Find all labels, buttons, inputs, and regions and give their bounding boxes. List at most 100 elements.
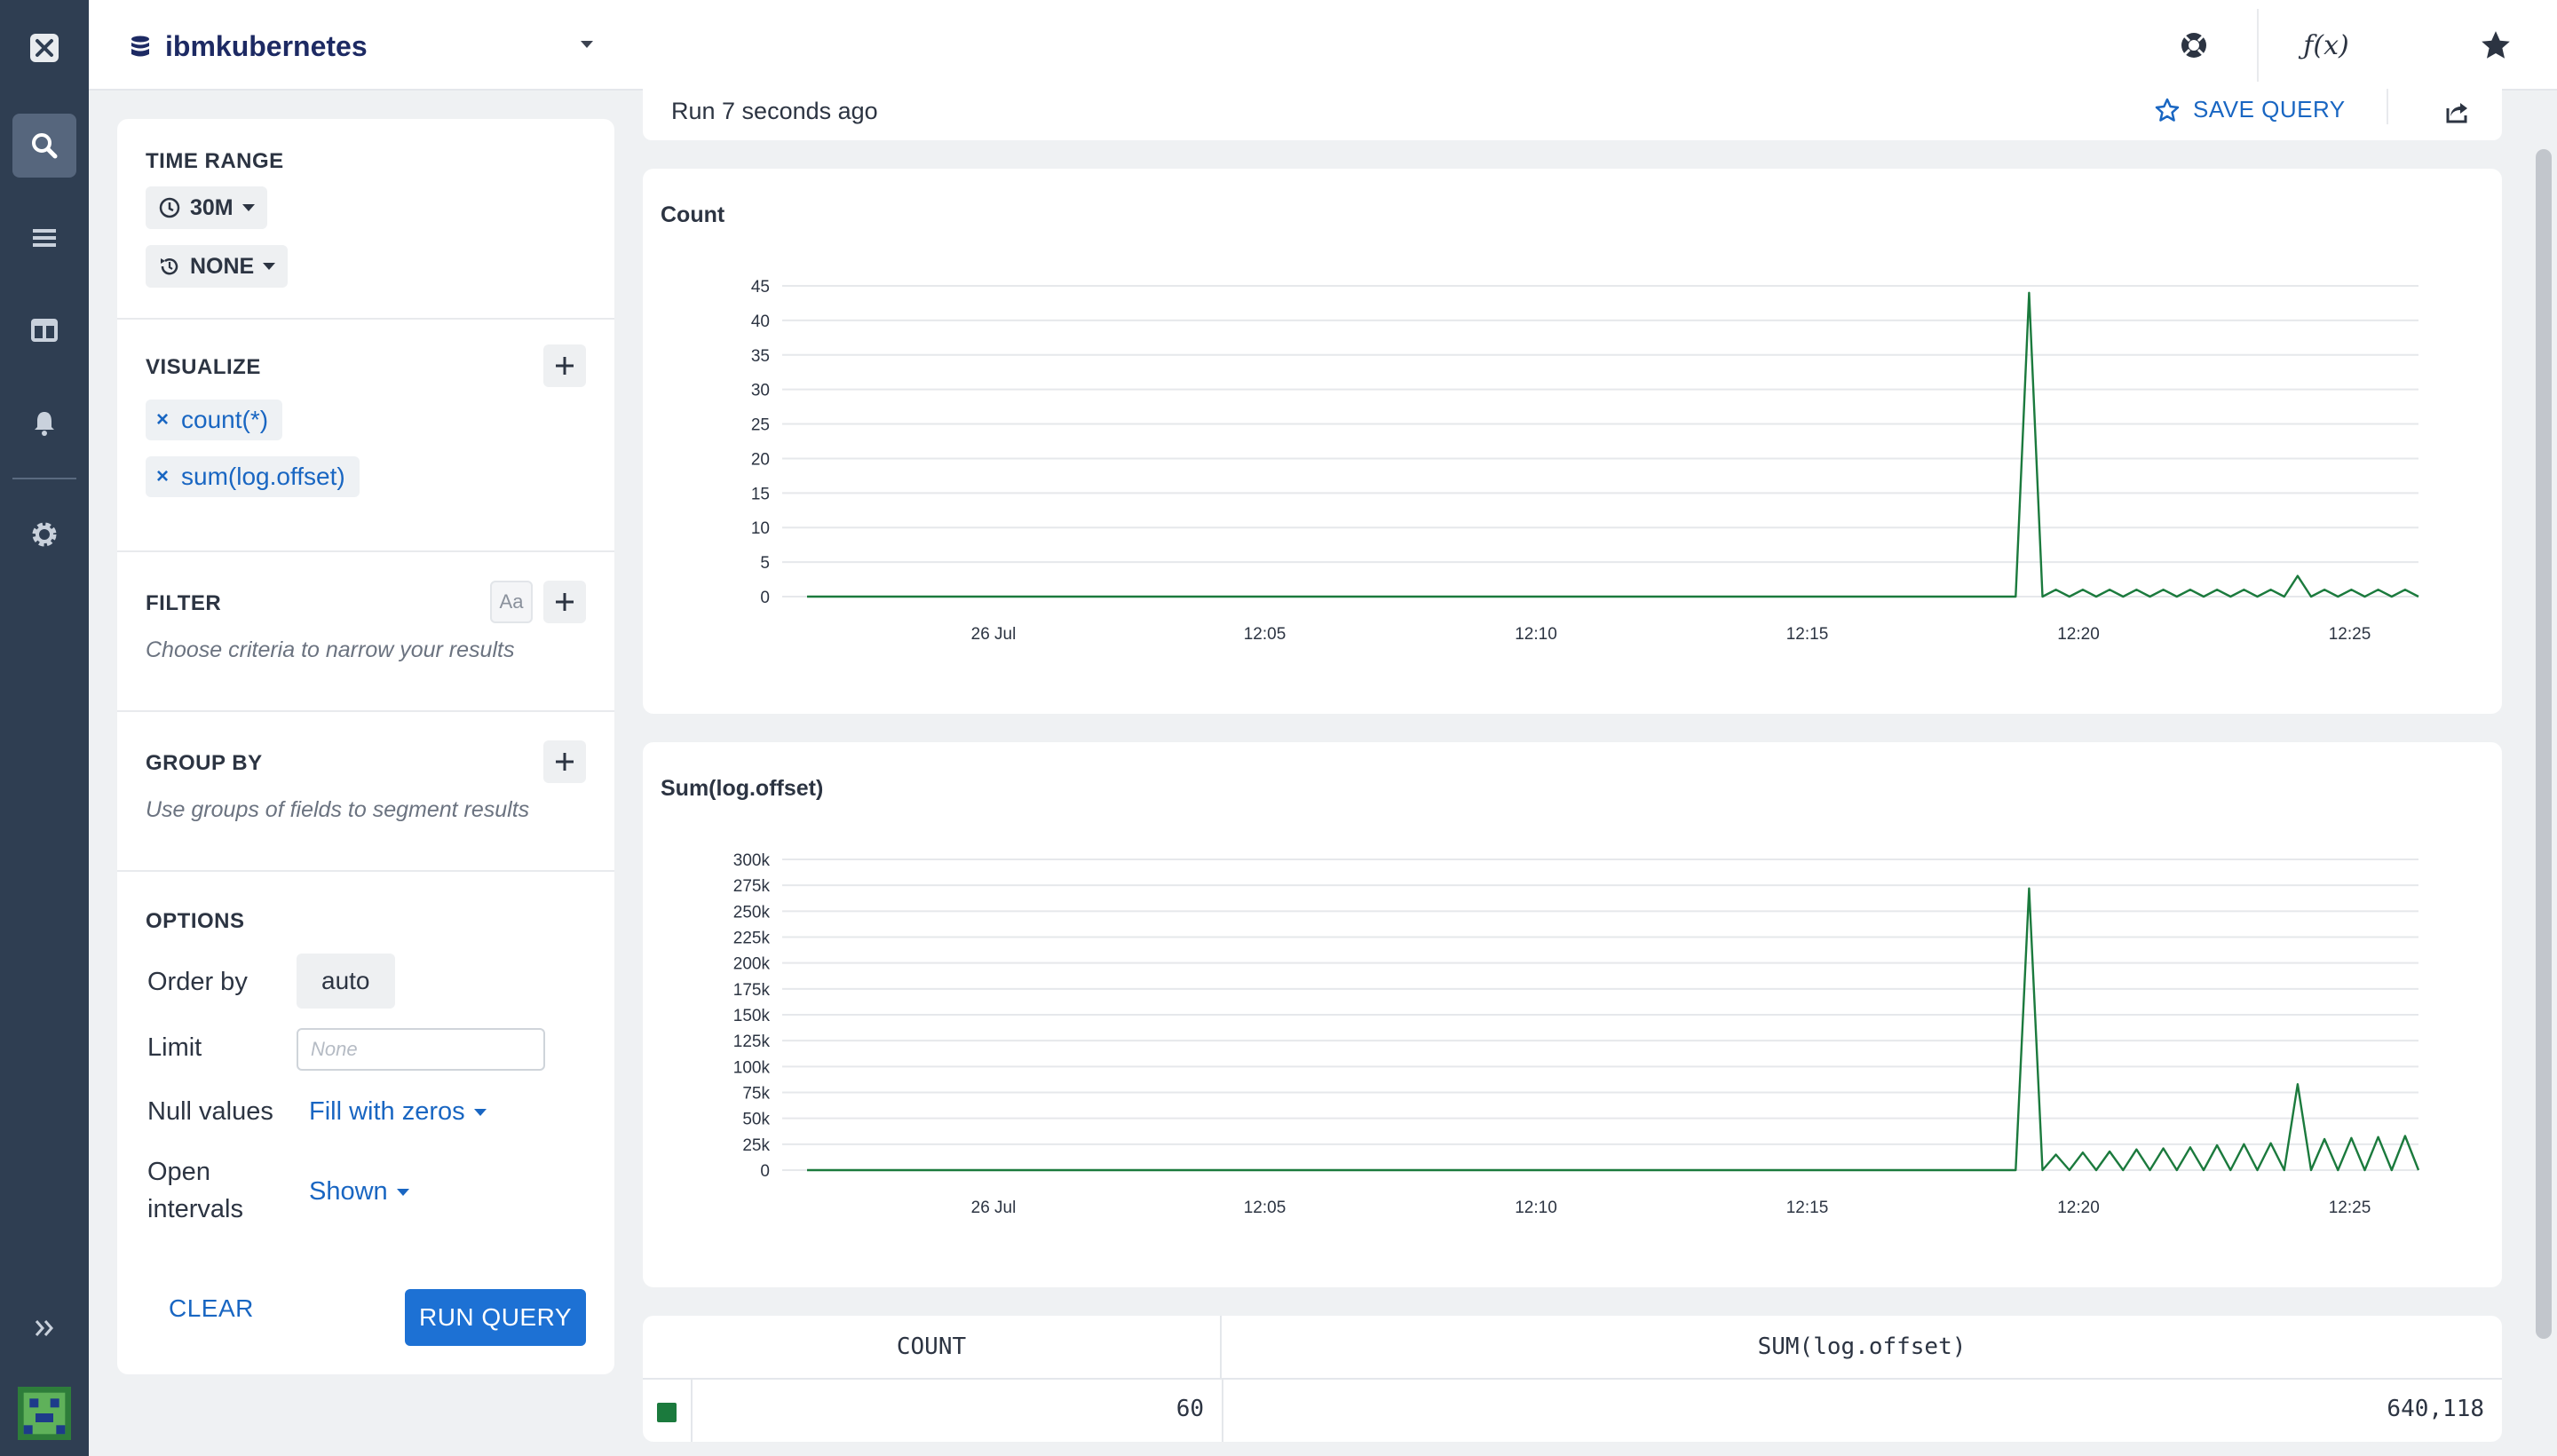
y-tick-label: 200k	[733, 955, 771, 974]
history-small-icon	[161, 258, 178, 275]
x-tick-label: 12:05	[1244, 625, 1286, 644]
lifebuoy-icon[interactable]	[2175, 27, 2213, 64]
share-icon[interactable]	[2443, 98, 2472, 126]
y-tick-label: 275k	[733, 877, 771, 896]
time-range-section: TIME RANGE 30M NONE	[117, 119, 614, 320]
series-line	[807, 291, 2419, 598]
dashboard-icon[interactable]	[12, 298, 76, 362]
table-divider	[1222, 1380, 1223, 1442]
chevron-down-icon	[241, 204, 255, 211]
sum-chart-card: Sum(log.offset) 0 25k 50k 75k 100k 125k 150k 175…	[643, 742, 2502, 1287]
plus-icon	[556, 753, 574, 771]
x-tick-label: 12:15	[1786, 1199, 1829, 1217]
add-visualize-button[interactable]	[543, 344, 586, 387]
list-icon[interactable]	[12, 206, 76, 270]
avatar[interactable]	[12, 1381, 76, 1445]
x-tick-label: 12:25	[2329, 1199, 2371, 1217]
y-tick-label: 150k	[733, 1007, 771, 1025]
y-tick-label: 75k	[742, 1085, 770, 1104]
group-by-section: GROUP BY Use groups of fields to segment…	[117, 712, 614, 872]
y-tick-label: 5	[760, 554, 770, 573]
add-group-by-button[interactable]	[543, 740, 586, 783]
scrollbar[interactable]	[2536, 149, 2552, 1339]
add-filter-button[interactable]	[543, 581, 586, 623]
y-tick-label: 15	[751, 485, 770, 503]
compare-dropdown[interactable]: NONE	[146, 245, 289, 288]
y-tick-label: 30	[751, 382, 770, 400]
open-intervals-label-1: Open	[147, 1158, 210, 1186]
run-status: Run 7 seconds ago	[671, 98, 878, 124]
null-values-dropdown[interactable]: Fill with zeros	[309, 1097, 487, 1127]
visualize-title: VISUALIZE	[146, 355, 261, 379]
chevron-down-icon	[263, 263, 276, 270]
expand-icon[interactable]	[12, 1296, 76, 1360]
table-divider	[691, 1380, 693, 1442]
x-tick-label: 12:10	[1515, 625, 1557, 644]
star-outline-icon	[2155, 98, 2180, 122]
chart-title: Count	[661, 202, 725, 227]
save-query-label: SAVE QUERY	[2193, 96, 2346, 123]
star-icon[interactable]	[2477, 27, 2514, 64]
y-tick-label: 25k	[742, 1136, 770, 1155]
y-tick-label: 50k	[742, 1111, 770, 1129]
visualize-item-label: count(*)	[181, 406, 269, 433]
y-tick-label: 20	[751, 450, 770, 469]
open-intervals-dropdown[interactable]: Shown	[309, 1177, 409, 1207]
y-tick-label: 175k	[733, 981, 771, 1000]
remove-icon[interactable]: ×	[156, 464, 169, 489]
topbar-divider	[2257, 9, 2259, 82]
visualize-item-count[interactable]: × count(*)	[146, 400, 283, 440]
search-icon[interactable]	[12, 114, 76, 178]
series-swatch	[657, 1403, 677, 1422]
y-tick-label: 100k	[733, 1058, 771, 1077]
x-tick-label: 12:20	[2057, 1199, 2100, 1217]
sum-chart: Sum(log.offset) 0 25k 50k 75k 100k 125k 150k 175…	[661, 776, 2420, 1217]
close-logo-icon[interactable]	[12, 16, 76, 80]
order-by-select[interactable]: auto	[297, 954, 395, 1009]
time-range-title: TIME RANGE	[146, 149, 284, 173]
datasource-dropdown-icon[interactable]	[581, 41, 593, 48]
y-tick-label: 10	[751, 519, 770, 538]
run-query-button[interactable]: RUN QUERY	[405, 1289, 586, 1346]
filter-title: FILTER	[146, 591, 222, 615]
remove-icon[interactable]: ×	[156, 408, 169, 432]
options-title: OPTIONS	[146, 909, 245, 933]
y-tick-label: 0	[760, 1162, 770, 1181]
y-tick-label: 300k	[733, 851, 771, 870]
database-icon	[131, 36, 149, 57]
group-by-hint: Use groups of fields to segment results	[146, 797, 530, 822]
chart-title: Sum(log.offset)	[661, 776, 823, 801]
clock-icon	[159, 197, 180, 218]
null-values-label: Null values	[147, 1097, 273, 1126]
y-tick-label: 25	[751, 416, 770, 435]
function-icon[interactable]: ƒ(x)	[2301, 27, 2351, 64]
y-tick-label: 35	[751, 347, 770, 366]
bell-icon[interactable]	[12, 391, 76, 455]
column-header-sum[interactable]: SUM(log.offset)	[1222, 1316, 2502, 1380]
plus-icon	[556, 593, 574, 611]
results-table: COUNT SUM(log.offset) 60 640,118	[643, 1316, 2502, 1442]
visualize-item-sum[interactable]: × sum(log.offset)	[146, 456, 360, 497]
top-bar: ibmkubernetes ƒ(x)	[89, 0, 2557, 91]
order-by-label: Order by	[147, 968, 248, 996]
clear-button[interactable]: CLEAR	[169, 1294, 254, 1323]
column-header-count[interactable]: COUNT	[643, 1316, 1222, 1380]
visualize-section: VISUALIZE × count(*) × sum(log.offset)	[117, 320, 614, 552]
gear-icon[interactable]	[12, 502, 76, 566]
open-intervals-label-2: intervals	[147, 1195, 243, 1223]
rail-divider	[12, 478, 76, 479]
limit-input[interactable]	[297, 1028, 545, 1071]
case-sensitive-toggle[interactable]: Aa	[490, 581, 533, 623]
group-by-title: GROUP BY	[146, 751, 263, 775]
y-tick-label: 250k	[733, 903, 771, 922]
x-tick-label: 12:05	[1244, 1199, 1286, 1217]
y-tick-label: 0	[760, 589, 770, 607]
datasource-name[interactable]: ibmkubernetes	[165, 30, 368, 63]
filter-section: FILTER Aa Choose criteria to narrow your…	[117, 552, 614, 712]
save-query-button[interactable]: SAVE QUERY	[2154, 96, 2346, 123]
open-intervals-value: Shown	[309, 1177, 388, 1206]
series-line	[807, 887, 2420, 1172]
time-range-dropdown[interactable]: 30M	[146, 186, 267, 229]
app-window: ibmkubernetes ƒ(x) TIME RANGE 30M NONE V…	[0, 0, 2557, 1456]
y-tick-label: 225k	[733, 930, 771, 948]
